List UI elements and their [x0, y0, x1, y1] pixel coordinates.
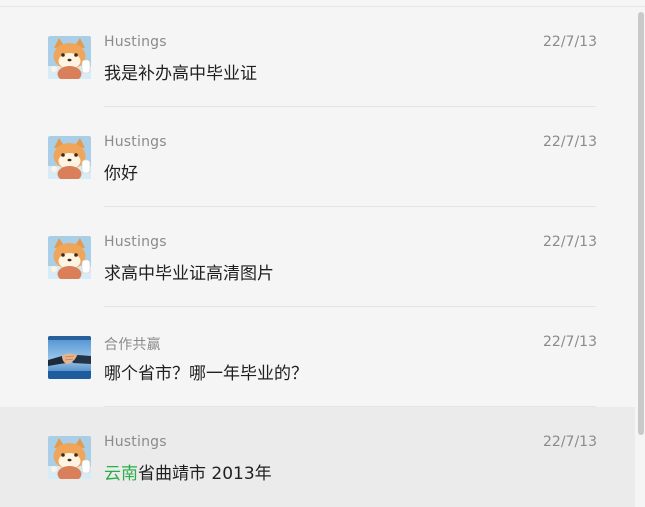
message-item[interactable]: Hustings 22/7/13 云南省曲靖市 2013年: [0, 407, 635, 507]
highlighted-keyword: 云南: [104, 464, 138, 484]
message-date: 22/7/13: [543, 334, 597, 350]
handshake-avatar[interactable]: [48, 336, 91, 379]
shiba-dog-avatar[interactable]: [48, 136, 91, 179]
message-item[interactable]: Hustings 22/7/13 求高中毕业证高清图片: [0, 207, 635, 307]
message-item[interactable]: 合作共赢 22/7/13 哪个省市？哪一年毕业的？: [0, 307, 635, 407]
message-date: 22/7/13: [543, 34, 597, 50]
scrollbar-thumb[interactable]: [638, 12, 644, 435]
shiba-dog-avatar[interactable]: [48, 236, 91, 279]
message-text: 云南省曲靖市 2013年: [104, 459, 272, 484]
message-text: 哪个省市？哪一年毕业的？: [104, 364, 308, 384]
vertical-scrollbar[interactable]: [635, 7, 645, 500]
message-text: 我是补办高中毕业证: [104, 64, 257, 84]
chat-history-window: Hustings 22/7/13 我是补办高中毕业证 Hustings 22/7…: [0, 0, 645, 507]
shiba-dog-avatar[interactable]: [48, 436, 91, 479]
message-list[interactable]: Hustings 22/7/13 我是补办高中毕业证 Hustings 22/7…: [0, 7, 635, 507]
sender-name[interactable]: Hustings: [104, 134, 167, 150]
message-text: 你好: [104, 164, 138, 184]
message-date: 22/7/13: [543, 134, 597, 150]
message-item[interactable]: Hustings 22/7/13 我是补办高中毕业证: [0, 7, 635, 107]
sender-name[interactable]: Hustings: [104, 34, 167, 50]
message-item[interactable]: Hustings 22/7/13 你好: [0, 107, 635, 207]
message-date: 22/7/13: [543, 434, 597, 450]
message-text-rest: 省曲靖市 2013年: [138, 464, 272, 484]
message-text: 求高中毕业证高清图片: [104, 264, 274, 284]
shiba-dog-avatar[interactable]: [48, 36, 91, 79]
sender-name[interactable]: 合作共赢: [104, 334, 161, 354]
message-date: 22/7/13: [543, 234, 597, 250]
sender-name[interactable]: Hustings: [104, 434, 167, 450]
sender-name[interactable]: Hustings: [104, 234, 167, 250]
